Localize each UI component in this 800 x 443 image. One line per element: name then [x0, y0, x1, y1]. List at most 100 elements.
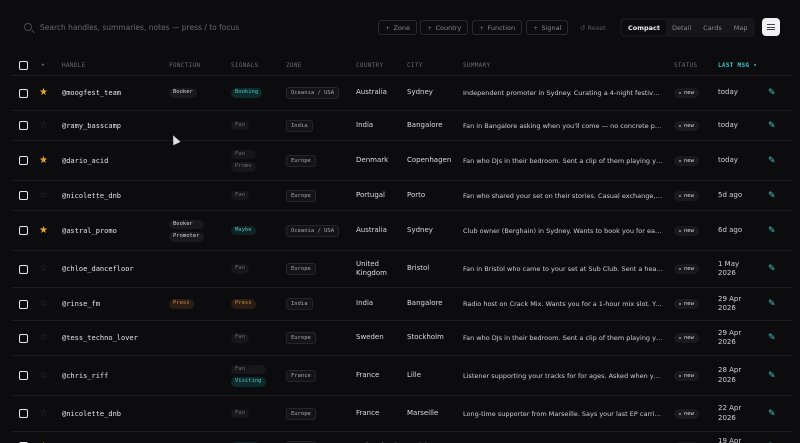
city-cell: Marseille — [407, 396, 461, 431]
star-icon[interactable]: ★ — [39, 225, 48, 236]
star-column-icon[interactable]: ★ — [41, 61, 45, 68]
status-label: new — [684, 335, 694, 341]
city-text: Marseille — [407, 408, 439, 417]
zone-cell: Europe — [286, 181, 354, 210]
contact-handle[interactable]: @moogfest_team — [62, 89, 121, 97]
city-cell: Bangalore — [407, 288, 461, 320]
country-cell: France — [356, 396, 404, 431]
column-header-function[interactable]: FUNCTION — [169, 62, 200, 69]
search-box[interactable] — [12, 12, 372, 42]
status-badge: new — [674, 299, 699, 309]
column-header-handle[interactable]: HANDLE — [62, 62, 85, 69]
edit-pencil-icon[interactable]: ✎ — [768, 333, 776, 343]
edit-pencil-icon[interactable]: ✎ — [768, 409, 776, 419]
row-checkbox[interactable] — [19, 226, 28, 235]
row-checkbox[interactable] — [19, 333, 28, 343]
table-row[interactable]: ★ @astral_promo Booker Promoter Maybe Oceania… — [12, 211, 792, 251]
edit-pencil-icon[interactable]: ✎ — [768, 88, 776, 98]
edit-pencil-icon[interactable]: ✎ — [768, 371, 776, 381]
handle-cell: @moogfest_team — [62, 76, 166, 110]
status-label: new — [684, 227, 694, 234]
column-header-zone[interactable]: ZONE — [286, 62, 302, 69]
table-row[interactable]: ★ @moogfest_team Booker Booking Oceania / US… — [12, 76, 792, 111]
status-label: new — [684, 410, 694, 417]
column-header-last-msg[interactable]: LAST MSG ▾ — [718, 62, 757, 69]
star-icon[interactable]: ☆ — [39, 120, 48, 131]
contact-handle[interactable]: @chris_riff — [62, 372, 108, 380]
function-filter-button[interactable]: + Function — [472, 20, 523, 35]
edit-pencil-icon[interactable]: ✎ — [768, 299, 776, 309]
last-msg-cell: 6d ago — [718, 211, 762, 250]
status-dot-icon — [679, 229, 681, 232]
contact-handle[interactable]: @nicolette_dnb — [62, 410, 121, 418]
contact-handle[interactable]: @tess_techno_lover — [62, 334, 138, 342]
row-checkbox[interactable] — [19, 371, 28, 380]
contact-handle[interactable]: @chloe_dancefloor — [62, 265, 134, 273]
tab-detail[interactable]: Detail — [666, 20, 697, 35]
signal-filter-button[interactable]: + Signal — [526, 20, 569, 35]
star-icon[interactable]: ☆ — [39, 370, 48, 381]
tab-cards[interactable]: Cards — [697, 20, 728, 35]
star-icon[interactable]: ★ — [39, 88, 48, 98]
table-row[interactable]: ☆ @nicolette_dnb Fan Europe France Marseille L… — [12, 396, 792, 432]
tab-map[interactable]: Map — [728, 20, 754, 35]
signal-tags: Fan Promo — [231, 149, 256, 172]
row-checkbox[interactable] — [19, 409, 28, 418]
zone-cell: Europe — [286, 321, 354, 355]
city-cell: Stockholm — [407, 321, 461, 355]
contact-handle[interactable]: @ramy_basscamp — [62, 122, 121, 130]
row-checkbox[interactable] — [19, 299, 28, 309]
edit-pencil-icon[interactable]: ✎ — [768, 226, 776, 236]
country-text: France — [356, 408, 380, 417]
star-icon[interactable]: ☆ — [39, 299, 48, 309]
handle-cell: @nicolette_dnb — [62, 396, 166, 431]
tab-compact[interactable]: Compact — [622, 20, 667, 35]
table-row[interactable]: ☆ @rinse_fm Press Press India India Bangalore R… — [12, 288, 792, 321]
star-icon[interactable]: ★ — [39, 155, 48, 166]
table-row[interactable]: ☆ @nicolette_dnb Fan Europe Portugal Porto Fan… — [12, 181, 792, 211]
table-row[interactable]: ★ @ania_deep CollabEuropeSwitzerlandZurich… — [12, 432, 792, 443]
edit-pencil-icon[interactable]: ✎ — [768, 191, 776, 201]
column-header-status[interactable]: STATUS — [674, 62, 697, 69]
contact-handle[interactable]: @astral_promo — [62, 227, 117, 235]
star-icon[interactable]: ☆ — [39, 333, 48, 343]
edit-pencil-icon[interactable]: ✎ — [768, 121, 776, 131]
search-input[interactable] — [40, 22, 372, 32]
plus-icon: + — [385, 23, 391, 32]
edit-pencil-icon[interactable]: ✎ — [768, 264, 776, 274]
columns-button[interactable] — [762, 18, 780, 36]
edit-pencil-icon[interactable]: ✎ — [768, 156, 776, 166]
star-icon[interactable]: ☆ — [39, 190, 48, 201]
table-row[interactable]: ☆ @chloe_dancefloor Fan Europe United Kingdo… — [12, 251, 792, 288]
column-header-country[interactable]: COUNTRY — [356, 62, 383, 69]
zone-filter-button[interactable]: + Zone — [378, 20, 418, 35]
table-row[interactable]: ☆ @ramy_basscamp Fan India India Bangalore Fan… — [12, 111, 792, 141]
star-icon[interactable]: ☆ — [39, 408, 48, 419]
status-label: new — [684, 372, 694, 379]
star-icon[interactable]: ☆ — [39, 264, 48, 274]
status-label: new — [684, 192, 694, 199]
table-row[interactable]: ★ @dario_acid Fan Promo Europe Denmark Copenha… — [12, 141, 792, 181]
column-header-summary[interactable]: SUMMARY — [463, 62, 490, 69]
last-msg-text: 1 May 2026 — [718, 259, 740, 277]
contact-handle[interactable]: @nicolette_dnb — [62, 192, 121, 200]
row-checkbox[interactable] — [19, 88, 28, 98]
column-header-city[interactable]: CITY — [407, 62, 423, 69]
table-row[interactable]: ☆ @tess_techno_lover Fan Europe Sweden Stockh… — [12, 321, 792, 356]
select-all-checkbox[interactable] — [19, 61, 28, 70]
contact-handle[interactable]: @rinse_fm — [62, 300, 100, 308]
star-cell: ☆ — [39, 288, 51, 320]
status-badge: new — [674, 120, 699, 131]
signals-cell: Fan — [231, 251, 283, 287]
row-checkbox[interactable] — [19, 156, 28, 165]
country-filter-button[interactable]: + Country — [420, 20, 469, 35]
column-header-signals[interactable]: SIGNALS — [231, 62, 258, 69]
reset-button[interactable]: ↺ Reset — [576, 20, 610, 35]
row-select-cell — [19, 211, 31, 250]
table-row[interactable]: ☆ @chris_riff Fan Visiting France France Lille… — [12, 356, 792, 396]
row-select-cell — [19, 76, 31, 110]
contact-handle[interactable]: @dario_acid — [62, 157, 108, 165]
row-checkbox[interactable] — [19, 121, 28, 130]
row-checkbox[interactable] — [19, 264, 28, 274]
row-checkbox[interactable] — [19, 191, 28, 200]
